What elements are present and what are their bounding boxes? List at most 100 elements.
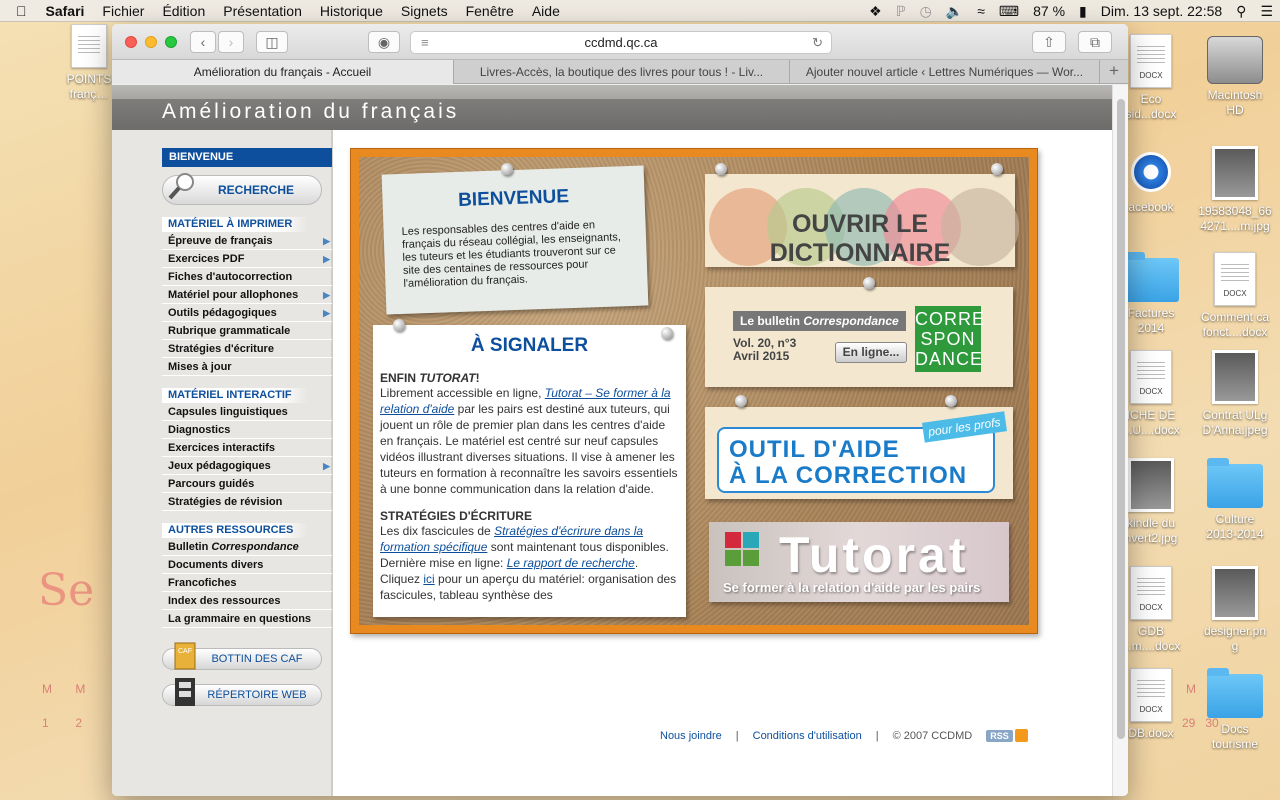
- notification-center-icon[interactable]: ☰: [1253, 3, 1280, 20]
- wifi-icon[interactable]: ≈: [970, 3, 992, 19]
- handwriting-decoration: M M: [42, 682, 86, 696]
- share-button[interactable]: ⇧: [1032, 31, 1066, 53]
- scrollbar-thumb[interactable]: [1117, 99, 1125, 739]
- tutorat-logo: [743, 532, 759, 548]
- sidebar-item[interactable]: Diagnostics: [162, 421, 332, 439]
- cork-board: BIENVENUE Les responsables des centres d…: [350, 148, 1038, 634]
- correspondance-logo[interactable]: CORRE SPON DANCE: [915, 306, 984, 372]
- menu-edition[interactable]: Édition: [153, 3, 214, 19]
- new-tab-button[interactable]: +: [1100, 60, 1128, 83]
- rss-badge[interactable]: RSS: [986, 729, 1013, 742]
- sidebar-item[interactable]: La grammaire en questions: [162, 610, 332, 628]
- apple-menu-icon[interactable]: : [0, 3, 37, 19]
- menu-presentation[interactable]: Présentation: [214, 3, 311, 19]
- site-footer: Nous joindre | Conditions d'utilisation …: [660, 729, 1028, 742]
- sidebar-icon: ◫: [265, 34, 279, 50]
- clock[interactable]: Dim. 13 sept. 22:58: [1094, 3, 1229, 19]
- sidebar-item-label: Jeux pédagogiques: [168, 460, 271, 472]
- sidebar-item[interactable]: Bulletin Correspondance: [162, 538, 332, 556]
- rapport-link[interactable]: Le rapport de recherche: [507, 556, 635, 570]
- magnifier-icon: [168, 173, 194, 200]
- outil-correction-button[interactable]: OUTIL D'AIDE À LA CORRECTION pour les pr…: [705, 407, 1013, 499]
- sidebar-toggle-button[interactable]: ◫: [256, 31, 288, 53]
- sidebar-item[interactable]: Francofiches: [162, 574, 332, 592]
- bottin-caf-button[interactable]: CAF BOTTIN DES CAF: [162, 642, 322, 670]
- repertoire-web-button[interactable]: RÉPERTOIRE WEB: [162, 678, 322, 706]
- desktop-icon-label: Docs tourisme: [1211, 722, 1258, 751]
- sidebar-item[interactable]: Capsules linguistiques: [162, 403, 332, 421]
- search-button[interactable]: RECHERCHE: [162, 173, 322, 205]
- reload-icon[interactable]: ↻: [812, 32, 823, 54]
- minimize-window-button[interactable]: [145, 36, 157, 48]
- sidebar-item[interactable]: Documents divers: [162, 556, 332, 574]
- tabs-overview-button[interactable]: ⧉: [1078, 31, 1112, 53]
- sidebar-item[interactable]: Épreuve de français ▶: [162, 232, 332, 250]
- menu-fichier[interactable]: Fichier: [93, 3, 153, 19]
- sidebar-item[interactable]: Exercices PDF ▶: [162, 250, 332, 268]
- keyboard-icon[interactable]: ⌨: [992, 3, 1026, 20]
- back-button[interactable]: ‹: [190, 31, 216, 53]
- menu-fenetre[interactable]: Fenêtre: [457, 3, 523, 19]
- sidebar-item-label: Index des ressources: [168, 595, 281, 607]
- search-button-label: RECHERCHE: [217, 183, 294, 197]
- reader-icon[interactable]: ≡: [421, 32, 429, 54]
- rss-icon[interactable]: [1014, 729, 1028, 742]
- web-page: Amélioration du français BIENVENUE RECHE…: [112, 85, 1128, 796]
- desktop-item-folder[interactable]: Culture 2013-2014: [1192, 458, 1278, 542]
- desktop-item-image[interactable]: designer.pn g: [1192, 566, 1278, 654]
- sidebar-item[interactable]: Rubrique grammaticale: [162, 322, 332, 340]
- site-banner: Amélioration du français: [112, 85, 1112, 130]
- tabs-icon: ⧉: [1090, 34, 1100, 50]
- sidebar-item[interactable]: Parcours guidés: [162, 475, 332, 493]
- desktop-item-image[interactable]: Contrat ULg D'Anna.jpeg: [1192, 350, 1278, 438]
- sidebar-item[interactable]: Matériel pour allophones ▶: [162, 286, 332, 304]
- contact-link[interactable]: Nous joindre: [660, 730, 722, 742]
- menu-historique[interactable]: Historique: [311, 3, 392, 19]
- sidebar-item[interactable]: Index des ressources: [162, 592, 332, 610]
- desktop-item-hd[interactable]: Macintosh HD: [1192, 34, 1278, 118]
- sidebar-item[interactable]: Mises à jour: [162, 358, 332, 376]
- tab-lettres-numeriques[interactable]: Ajouter nouvel article ‹ Lettres Numériq…: [790, 60, 1100, 84]
- page-scrollbar[interactable]: [1112, 85, 1128, 796]
- dictionary-button[interactable]: OUVRIR LE DICTIONNAIRE: [705, 174, 1019, 267]
- menu-signets[interactable]: Signets: [392, 3, 457, 19]
- forward-button[interactable]: ›: [218, 31, 244, 53]
- sidebar-item-label: Diagnostics: [168, 424, 231, 436]
- image-file-icon: [1212, 146, 1258, 200]
- ici-link[interactable]: ici: [423, 572, 434, 586]
- sidebar-item[interactable]: Jeux pédagogiques ▶: [162, 457, 332, 475]
- battery-percent[interactable]: 87 %: [1026, 3, 1072, 19]
- privacy-button[interactable]: ◉: [368, 31, 400, 53]
- tab-livres-acces[interactable]: Livres-Accès, la boutique des livres pou…: [454, 60, 790, 84]
- sidebar-item-label: Bulletin Correspondance: [168, 541, 299, 553]
- sidebar-item[interactable]: Stratégies d'écriture: [162, 340, 332, 358]
- desktop-item-folder[interactable]: Docs tourisme: [1192, 668, 1278, 752]
- a-signaler-title: À SIGNALER: [470, 335, 589, 356]
- hard-drive-icon: [1207, 36, 1263, 84]
- sidebar-item[interactable]: Outils pédagogiques ▶: [162, 304, 332, 322]
- bulletin-online-button[interactable]: En ligne...: [835, 342, 907, 363]
- desktop-item-doc[interactable]: DOCX Comment ca fonct....docx: [1192, 252, 1278, 340]
- menu-aide[interactable]: Aide: [523, 3, 569, 19]
- desktop-item-image[interactable]: 19583048_66 4271....m.jpg: [1192, 146, 1278, 234]
- spotlight-search-icon[interactable]: ⚲: [1229, 3, 1253, 20]
- sidebar-item[interactable]: Fiches d'autocorrection: [162, 268, 332, 286]
- chevron-right-icon: ›: [228, 34, 234, 50]
- tab-amelioration[interactable]: Amélioration du français - Accueil: [112, 60, 454, 84]
- volume-icon[interactable]: 🔈: [939, 3, 970, 20]
- time-machine-icon[interactable]: ◷: [913, 3, 939, 20]
- tutorat-subtitle: Se former à la relation d'aide par les p…: [723, 580, 981, 595]
- pushpin-icon: [735, 395, 747, 407]
- sidebar-item[interactable]: Exercices interactifs: [162, 439, 332, 457]
- sidebar-item-label: Exercices interactifs: [168, 442, 276, 454]
- menu-app-name[interactable]: Safari: [37, 3, 94, 19]
- zoom-window-button[interactable]: [165, 36, 177, 48]
- dropbox-icon[interactable]: ❖: [862, 3, 889, 20]
- address-bar[interactable]: ≡ ccdmd.qc.ca ↻: [410, 31, 832, 54]
- tutorat-button[interactable]: Tutorat Se former à la relation d'aide p…: [709, 522, 1009, 602]
- close-window-button[interactable]: [125, 36, 137, 48]
- sidebar-item[interactable]: Stratégies de révision: [162, 493, 332, 511]
- nav-bienvenue[interactable]: BIENVENUE: [162, 148, 332, 167]
- terms-link[interactable]: Conditions d'utilisation: [753, 730, 862, 742]
- bluetooth-icon[interactable]: ℙ: [889, 3, 913, 20]
